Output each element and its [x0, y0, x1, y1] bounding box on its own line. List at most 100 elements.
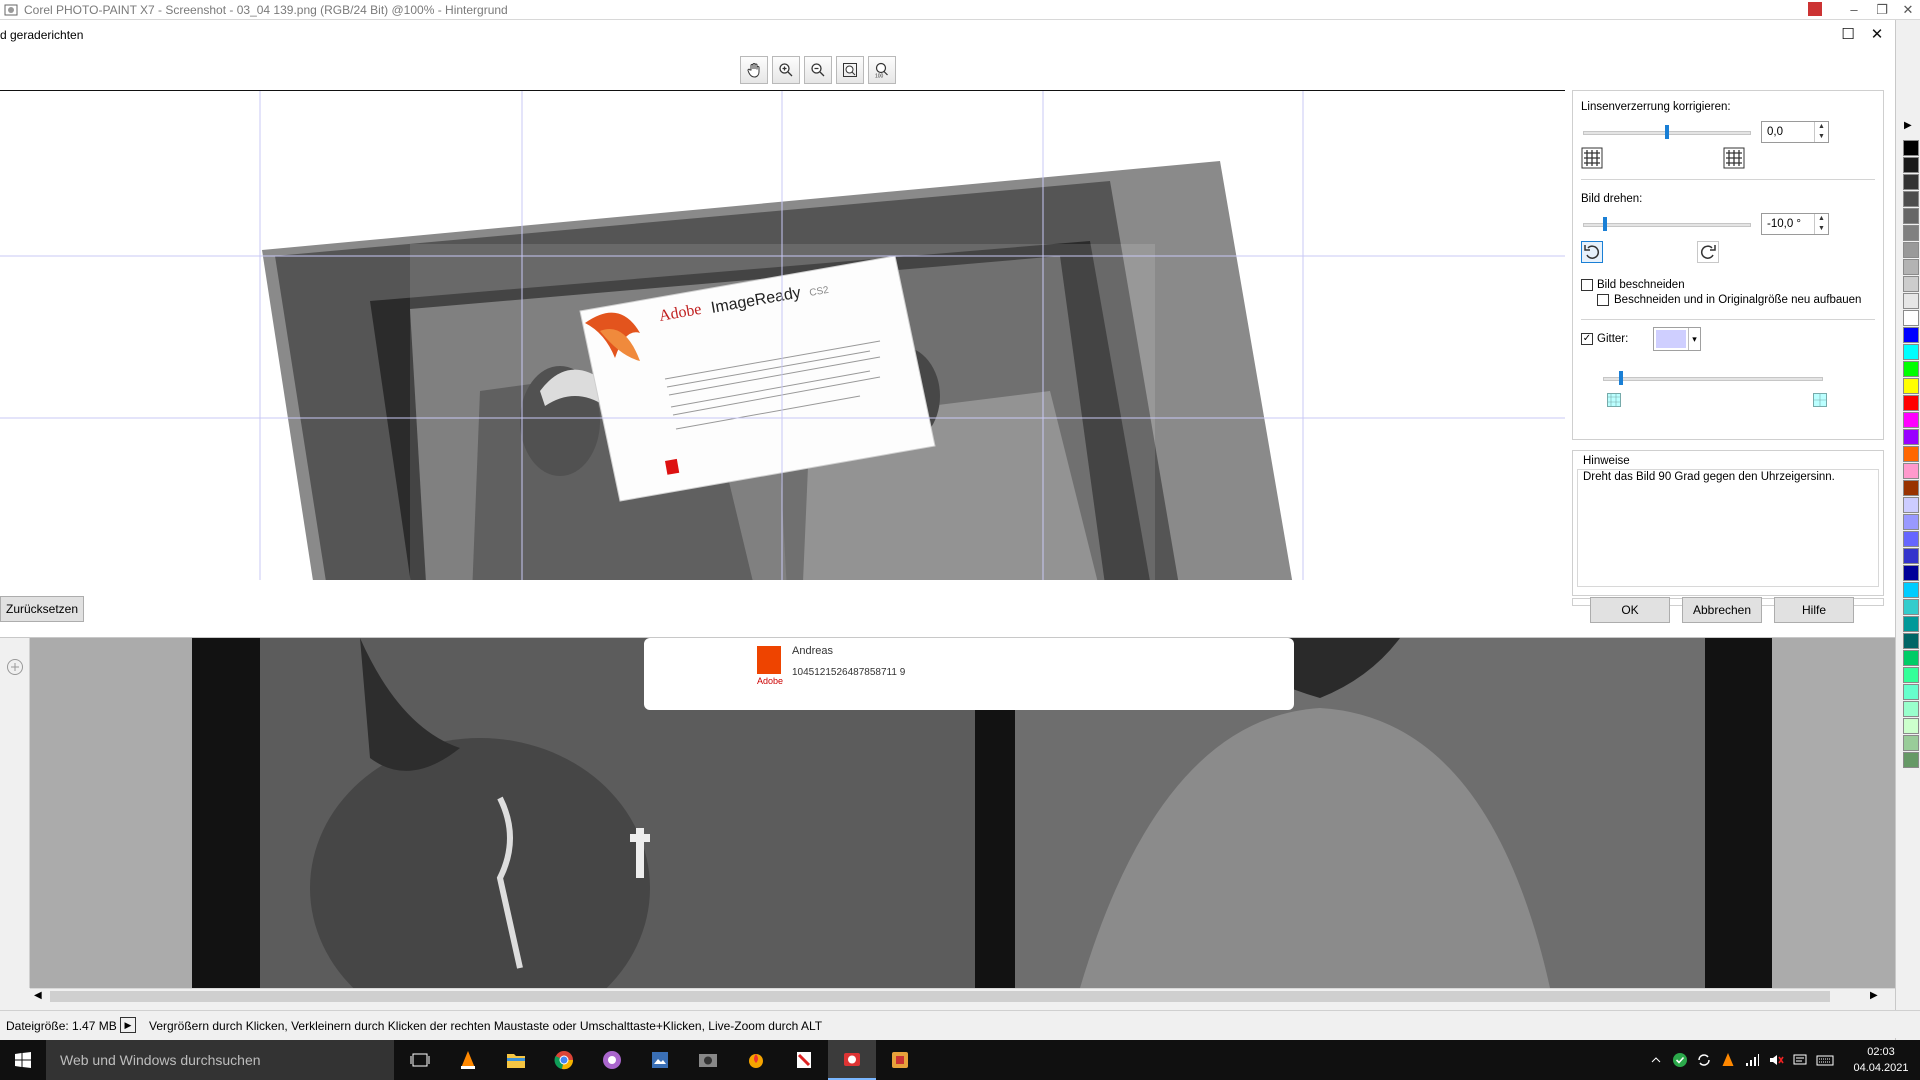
- palette-swatch[interactable]: [1903, 480, 1919, 496]
- palette-swatch[interactable]: [1903, 276, 1919, 292]
- tray-shield-icon[interactable]: [1672, 1052, 1688, 1068]
- straighten-grid: [0, 91, 1565, 580]
- reset-button[interactable]: Zurücksetzen: [0, 596, 84, 622]
- palette-swatch[interactable]: [1903, 565, 1919, 581]
- tray-network-icon[interactable]: [1744, 1052, 1760, 1068]
- restore-button[interactable]: ❐: [1868, 0, 1896, 20]
- document-canvas[interactable]: Adobe Andreas 1045121526487858711 9: [0, 638, 1895, 988]
- rebuild-size-checkbox[interactable]: [1597, 294, 1609, 306]
- grid-color-picker[interactable]: ▾: [1653, 327, 1701, 351]
- palette-swatch[interactable]: [1903, 531, 1919, 547]
- palette-swatch[interactable]: [1903, 242, 1919, 258]
- palette-swatch[interactable]: [1903, 582, 1919, 598]
- palette-swatch[interactable]: [1903, 718, 1919, 734]
- paint-app-icon: [892, 1052, 908, 1068]
- taskbar-vlc[interactable]: [444, 1040, 492, 1080]
- palette-swatch[interactable]: [1903, 667, 1919, 683]
- task-view-button[interactable]: [396, 1040, 444, 1080]
- taskbar-app-5[interactable]: [636, 1040, 684, 1080]
- crop-image-checkbox[interactable]: [1581, 279, 1593, 291]
- palette-arrow-icon[interactable]: ▶: [1904, 120, 1912, 131]
- scroll-right-icon[interactable]: ▶: [1870, 990, 1878, 1001]
- status-play-icon[interactable]: ▶: [120, 1017, 136, 1033]
- close-window-button[interactable]: ✕: [1894, 0, 1920, 20]
- dialog-maximize-button[interactable]: ☐: [1836, 24, 1860, 46]
- taskbar-picasa[interactable]: [588, 1040, 636, 1080]
- palette-swatch[interactable]: [1903, 548, 1919, 564]
- lens-distortion-thumb[interactable]: [1665, 125, 1669, 139]
- rotate-slider[interactable]: [1583, 223, 1751, 227]
- palette-swatch[interactable]: [1903, 259, 1919, 275]
- taskbar-chrome[interactable]: [540, 1040, 588, 1080]
- taskbar-corel-photo-paint[interactable]: [828, 1040, 876, 1080]
- palette-swatch[interactable]: [1903, 599, 1919, 615]
- palette-swatch[interactable]: [1903, 395, 1919, 411]
- grid-size-slider[interactable]: [1603, 377, 1823, 381]
- tray-sync-icon[interactable]: [1696, 1052, 1712, 1068]
- palette-swatch[interactable]: [1903, 344, 1919, 360]
- palette-swatch[interactable]: [1903, 684, 1919, 700]
- tray-notifications-icon[interactable]: [1792, 1052, 1808, 1068]
- palette-swatch[interactable]: [1903, 429, 1919, 445]
- palette-swatch[interactable]: [1903, 140, 1919, 156]
- tray-volume-muted-icon[interactable]: [1768, 1052, 1784, 1068]
- taskbar-app-10[interactable]: [876, 1040, 924, 1080]
- taskbar-explorer[interactable]: [492, 1040, 540, 1080]
- palette-swatch[interactable]: [1903, 327, 1919, 343]
- palette-swatch[interactable]: [1903, 157, 1919, 173]
- zoom-in-button[interactable]: [772, 56, 800, 84]
- taskbar-app-8[interactable]: [780, 1040, 828, 1080]
- palette-swatch[interactable]: [1903, 463, 1919, 479]
- zoom-fit-button[interactable]: [836, 56, 864, 84]
- palette-swatch[interactable]: [1903, 293, 1919, 309]
- palette-swatch[interactable]: [1903, 701, 1919, 717]
- cancel-button[interactable]: Abbrechen: [1682, 597, 1762, 623]
- palette-swatch[interactable]: [1903, 361, 1919, 377]
- scroll-left-icon[interactable]: ◀: [34, 990, 42, 1001]
- grid-checkbox[interactable]: ✓: [1581, 333, 1593, 345]
- taskbar-clock[interactable]: 02:03 04.04.2021: [1845, 1044, 1917, 1076]
- palette-swatch[interactable]: [1903, 514, 1919, 530]
- palette-swatch[interactable]: [1903, 446, 1919, 462]
- taskbar-app-6[interactable]: [684, 1040, 732, 1080]
- taskbar-app-7[interactable]: [732, 1040, 780, 1080]
- lens-distortion-spinbox[interactable]: 0,0 ▲ ▼: [1761, 121, 1829, 143]
- palette-swatch[interactable]: [1903, 412, 1919, 428]
- palette-swatch[interactable]: [1903, 310, 1919, 326]
- palette-swatch[interactable]: [1903, 633, 1919, 649]
- horizontal-scrollbar[interactable]: ◀ ▶: [30, 988, 1895, 1004]
- scroll-thumb[interactable]: [50, 991, 1830, 1002]
- palette-swatch[interactable]: [1903, 616, 1919, 632]
- hand-pan-button[interactable]: [740, 56, 768, 84]
- straighten-preview[interactable]: Adobe ImageReady CS2: [0, 90, 1565, 580]
- palette-swatch[interactable]: [1903, 378, 1919, 394]
- tray-vlc-icon[interactable]: [1720, 1052, 1736, 1068]
- tray-keyboard-icon[interactable]: [1816, 1052, 1834, 1068]
- spin-arrows-icon[interactable]: ▲ ▼: [1814, 214, 1828, 234]
- tray-chevron-up-icon[interactable]: [1650, 1054, 1662, 1066]
- ok-button[interactable]: OK: [1590, 597, 1670, 623]
- dialog-close-button[interactable]: ✕: [1865, 24, 1889, 46]
- palette-swatch[interactable]: [1903, 191, 1919, 207]
- zoom-out-button[interactable]: [804, 56, 832, 84]
- rotate-slider-thumb[interactable]: [1603, 217, 1607, 231]
- zoom-100-button[interactable]: 100: [868, 56, 896, 84]
- palette-swatch[interactable]: [1903, 174, 1919, 190]
- palette-swatch[interactable]: [1903, 497, 1919, 513]
- start-button[interactable]: [0, 1040, 46, 1080]
- rotate-ccw-button[interactable]: [1581, 241, 1603, 263]
- palette-swatch[interactable]: [1903, 735, 1919, 751]
- palette-swatch[interactable]: [1903, 208, 1919, 224]
- palette-swatch[interactable]: [1903, 650, 1919, 666]
- taskbar-search[interactable]: Web und Windows durchsuchen: [46, 1040, 394, 1080]
- help-button[interactable]: Hilfe: [1774, 597, 1854, 623]
- spin-arrows-icon[interactable]: ▲ ▼: [1814, 122, 1828, 142]
- rotate-cw-button[interactable]: [1697, 241, 1719, 263]
- palette-swatch[interactable]: [1903, 752, 1919, 768]
- palette-swatch[interactable]: [1903, 225, 1919, 241]
- minimize-button[interactable]: –: [1840, 0, 1868, 20]
- grid-size-thumb[interactable]: [1619, 371, 1623, 385]
- user-avatar[interactable]: [1808, 2, 1822, 16]
- plus-circle-icon[interactable]: [6, 658, 24, 676]
- rotate-spinbox[interactable]: -10,0 ° ▲ ▼: [1761, 213, 1829, 235]
